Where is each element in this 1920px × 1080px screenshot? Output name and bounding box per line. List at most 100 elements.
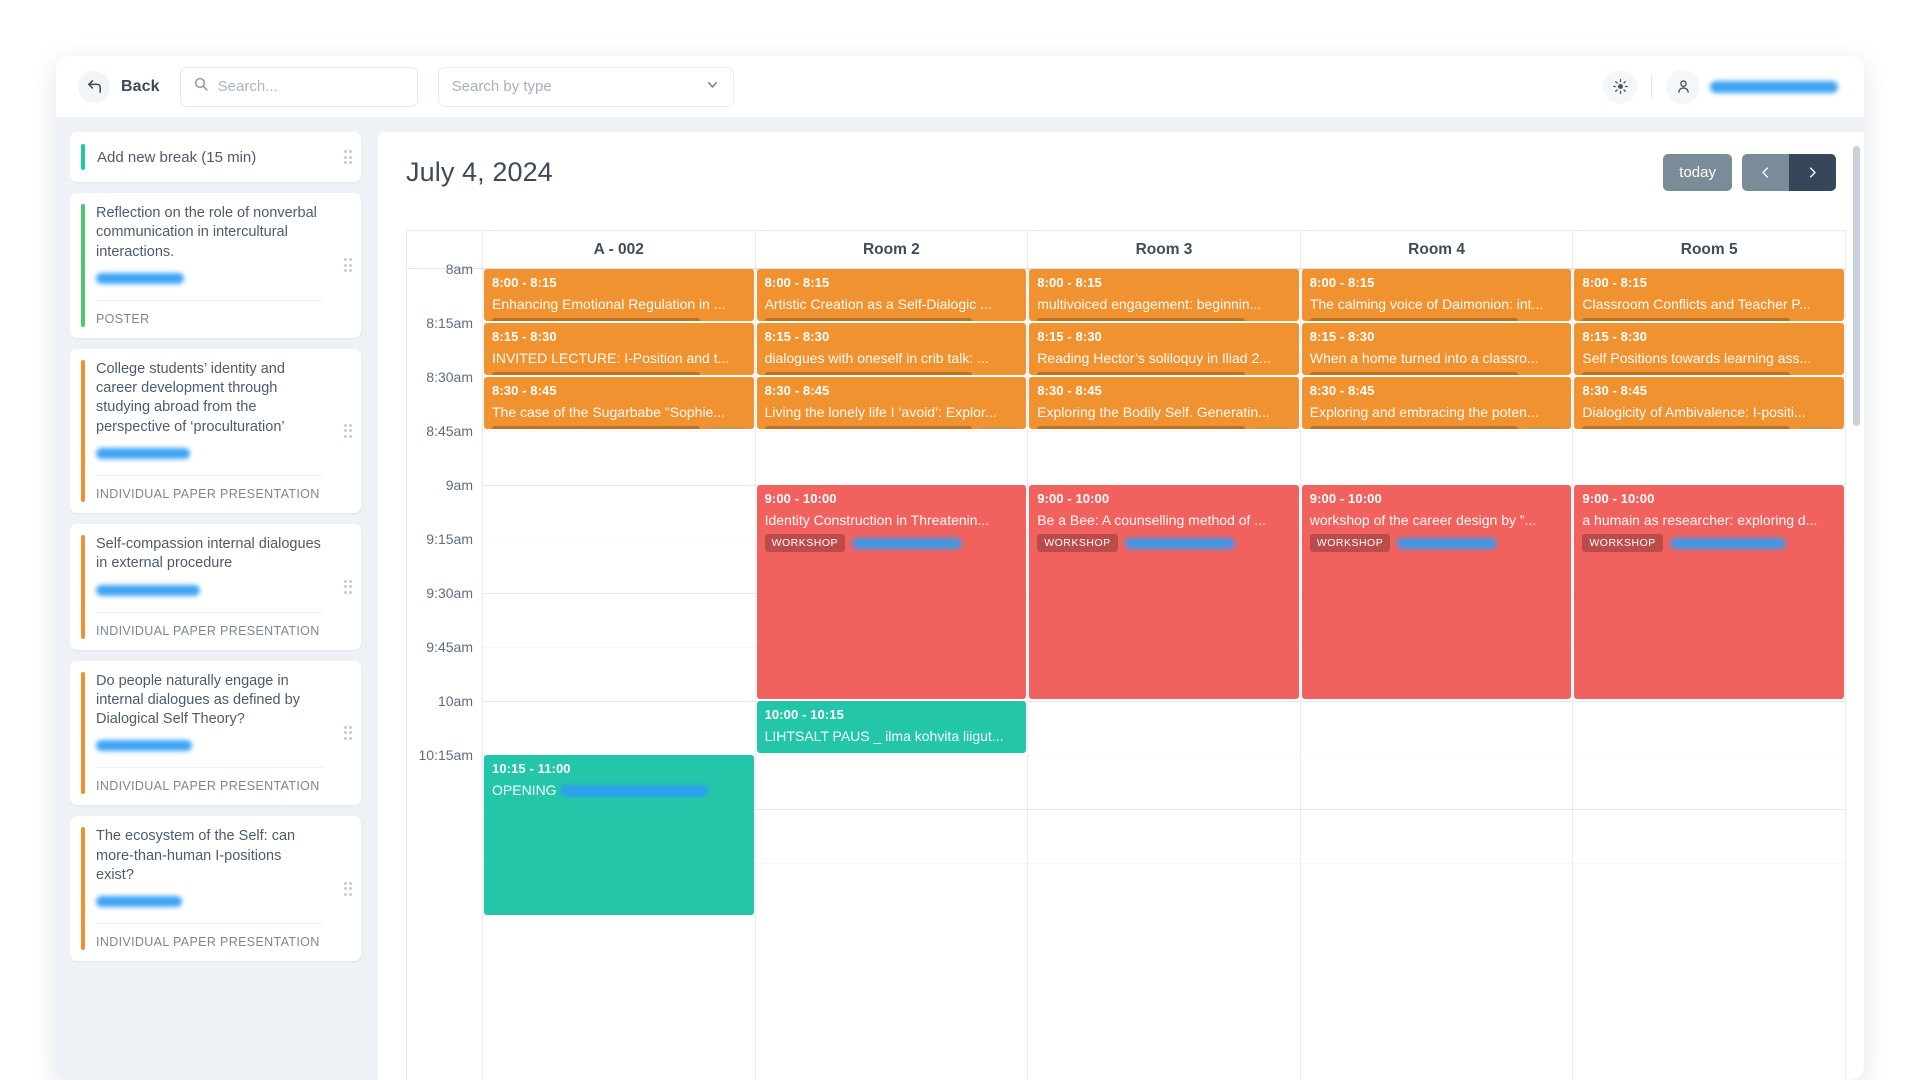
calendar-event[interactable]: 8:15 - 8:30 Reading Hector’s soliloquy in… <box>1029 323 1299 375</box>
drag-handle-icon[interactable] <box>335 524 361 650</box>
time-label: 8:30am <box>426 369 473 385</box>
unscheduled-sessions-sidebar[interactable]: Add new break (15 min) Reflection on the… <box>70 132 364 1080</box>
back-button[interactable]: Back <box>78 70 160 103</box>
grid-line <box>1028 755 1300 756</box>
event-time: 8:00 - 8:15 <box>1582 275 1648 290</box>
calendar-event[interactable]: 10:15 - 11:00 OPENING <box>484 755 754 915</box>
calendar-event[interactable]: 9:00 - 10:00 a humain as researcher: expl… <box>1574 485 1844 699</box>
event-meta: INDIVIDUAL PAPER PRESENTATION <box>1037 318 1291 321</box>
calendar-event[interactable]: 8:00 - 8:15 The calming voice of Daimonio… <box>1301 269 1572 321</box>
time-label: 9:45am <box>426 639 473 655</box>
room-column-4[interactable]: 8:00 - 8:15 The calming voice of Daimonio… <box>1300 269 1574 1080</box>
session-title: College students’ identity and career de… <box>96 360 285 435</box>
event-title: When a home turned into a classro... <box>1309 350 1539 366</box>
sidebar-session-card[interactable]: Reflection on the role of nonverbal comm… <box>70 193 361 338</box>
drag-handle-icon[interactable] <box>335 193 361 338</box>
add-new-break-label: Add new break (15 min) <box>97 148 257 166</box>
event-title: INVITED LECTURE: I-Position and t... <box>492 350 730 366</box>
scrollbar-thumb[interactable] <box>1853 146 1860 426</box>
drag-handle-icon[interactable] <box>335 150 361 164</box>
room-header-4: Room 4 <box>1301 231 1574 268</box>
event-title: workshop of the career design by ”... <box>1309 512 1537 528</box>
sidebar-session-card[interactable]: Do people naturally engage in internal d… <box>70 660 361 806</box>
room-column-3[interactable]: 8:00 - 8:15 multivoiced engagement: begin… <box>1028 269 1301 1080</box>
sun-icon[interactable] <box>1603 69 1637 104</box>
event-title: Self Positions towards learning ass... <box>1582 350 1812 366</box>
time-label: 10:15am <box>418 747 473 763</box>
search-field-wrapper[interactable] <box>179 66 418 107</box>
event-title: The case of the Sugarbabe "Sophie... <box>492 404 726 420</box>
event-type-badge: INDIVIDUAL PAPER PRESENTATION <box>1309 318 1518 321</box>
event-title: a humain as researcher: exploring d... <box>1582 512 1818 528</box>
type-filter-select[interactable]: Search by type <box>437 66 734 107</box>
calendar-event[interactable]: 8:00 - 8:15 Classroom Conflicts and Teach… <box>1574 269 1844 321</box>
event-title: Classroom Conflicts and Teacher P... <box>1582 296 1811 312</box>
grid-line <box>1300 431 1573 432</box>
today-button[interactable]: today <box>1663 154 1732 191</box>
room-column-5[interactable]: 8:00 - 8:15 Classroom Conflicts and Teach… <box>1573 269 1846 1080</box>
grid-line <box>483 701 755 702</box>
calendar-event[interactable]: 8:30 - 8:45 The case of the Sugarbabe "So… <box>484 377 754 429</box>
event-meta: INDIVIDUAL PAPER PRESENTATION <box>764 372 1019 375</box>
event-type-badge: INDIVIDUAL PAPER PRESENTATION <box>492 426 700 429</box>
grid-line <box>1573 701 1845 702</box>
grid-line <box>483 485 755 486</box>
calendar-event[interactable]: 9:00 - 10:00 Be a Bee: A counselling meth… <box>1029 485 1299 699</box>
calendar-event[interactable]: 9:00 - 10:00 Identity Construction in Thr… <box>756 485 1027 699</box>
drag-handle-icon[interactable] <box>335 349 361 513</box>
time-label: 8am <box>445 261 473 277</box>
session-card-body: Reflection on the role of nonverbal comm… <box>85 193 335 338</box>
calendar-event[interactable]: 8:00 - 8:15 Artistic Creation as a Self-D… <box>756 269 1027 321</box>
user-menu[interactable] <box>1666 69 1838 104</box>
calendar-event[interactable]: 10:00 - 10:15 LIHTSALT PAUS _ ilma kohvit… <box>756 701 1027 753</box>
session-author <box>96 738 323 756</box>
calendar-event[interactable]: 9:00 - 10:00 workshop of the career desig… <box>1301 485 1572 699</box>
sidebar-session-card[interactable]: College students’ identity and career de… <box>70 348 361 513</box>
event-time: 8:15 - 8:30 <box>764 329 830 344</box>
drag-handle-icon[interactable] <box>335 816 361 961</box>
room-column-2[interactable]: 8:00 - 8:15 Artistic Creation as a Self-D… <box>755 269 1029 1080</box>
event-time: 8:15 - 8:30 <box>1037 329 1102 344</box>
event-time: 8:15 - 8:30 <box>1309 329 1375 344</box>
session-card-body: Do people naturally engage in internal d… <box>85 661 335 806</box>
next-day-button[interactable] <box>1789 154 1836 191</box>
prev-next-group <box>1742 154 1836 191</box>
calendar-event[interactable]: 8:15 - 8:30 INVITED LECTURE: I-Position a… <box>484 323 754 375</box>
calendar-event[interactable]: 8:30 - 8:45 Dialogicity of Ambivalence: I… <box>1574 377 1844 429</box>
time-label: 9:30am <box>426 585 473 601</box>
calendar-event[interactable]: 8:15 - 8:30 dialogues with oneself in cri… <box>756 323 1027 375</box>
event-type-badge: WORKSHOP <box>1582 534 1663 552</box>
sidebar-session-card[interactable]: The ecosystem of the Self: can more-than… <box>70 816 361 962</box>
body-split: Add new break (15 min) Reflection on the… <box>56 118 1864 1080</box>
event-meta: INDIVIDUAL PAPER PRESENTATION <box>1582 372 1836 375</box>
add-new-break-card[interactable]: Add new break (15 min) <box>70 132 361 182</box>
session-type-label: POSTER <box>96 311 150 326</box>
time-label: 10am <box>437 693 473 709</box>
sidebar-session-list: Reflection on the role of nonverbal comm… <box>70 193 361 962</box>
room-column-1[interactable]: 8:00 - 8:15 Enhancing Emotional Regulatio… <box>483 269 756 1080</box>
event-type-badge: INDIVIDUAL PAPER PRESENTATION <box>764 426 973 429</box>
search-input[interactable] <box>217 78 405 95</box>
sidebar-session-card[interactable]: Self-compassion internal dialogues in ex… <box>70 523 361 650</box>
drag-handle-icon[interactable] <box>335 661 361 806</box>
calendar-event[interactable]: 8:00 - 8:15 multivoiced engagement: begin… <box>1029 269 1299 321</box>
grid-line <box>483 431 755 432</box>
event-type-badge: WORKSHOP <box>1309 534 1391 552</box>
grid-line <box>755 863 1028 864</box>
calendar-event[interactable]: 8:30 - 8:45 Exploring and embracing the p… <box>1301 377 1572 429</box>
calendar-event[interactable]: 8:15 - 8:30 Self Positions towards learni… <box>1574 323 1844 375</box>
grid-line <box>483 593 755 594</box>
calendar-event[interactable]: 8:30 - 8:45 Living the lonely life I ‘avo… <box>756 377 1027 429</box>
undo-arrow-icon <box>78 70 110 103</box>
calendar-event[interactable]: 8:30 - 8:45 Exploring the Bodily Self. Ge… <box>1029 377 1299 429</box>
grid-line <box>1028 701 1300 702</box>
calendar-event[interactable]: 8:15 - 8:30 When a home turned into a cla… <box>1301 323 1572 375</box>
event-meta: WORKSHOP <box>1582 534 1836 552</box>
event-title: Identity Construction in Threatenin... <box>764 512 990 528</box>
session-title: Do people naturally engage in internal d… <box>96 672 300 728</box>
event-title: The calming voice of Daimonion: int... <box>1309 296 1544 312</box>
calendar-grid: A - 002 Room 2 Room 3 Room 4 Room 5 8am 8:15a… <box>406 230 1846 1080</box>
prev-day-button[interactable] <box>1742 154 1789 191</box>
calendar-event[interactable]: 8:00 - 8:15 Enhancing Emotional Regulatio… <box>484 269 754 321</box>
event-time: 8:30 - 8:45 <box>1309 383 1375 398</box>
